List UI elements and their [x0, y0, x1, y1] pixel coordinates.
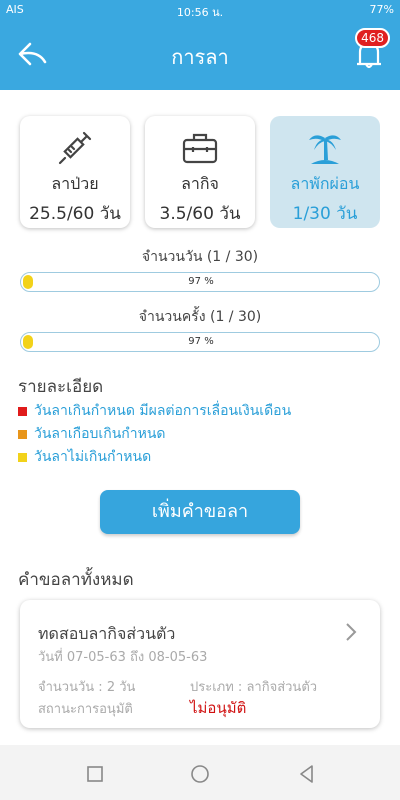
leave-type-label: ลาป่วย — [51, 174, 99, 193]
back-triangle-icon[interactable] — [296, 763, 318, 785]
leave-type-label: ลาพักผ่อน — [290, 174, 360, 193]
days-progress-title: จำนวนวัน (1 / 30) — [141, 249, 259, 265]
progress-text: 97 % — [188, 336, 214, 347]
system-nav-bar — [0, 745, 400, 800]
leave-type-label: ลากิจ — [181, 174, 219, 193]
orange-square-icon — [18, 429, 27, 439]
page-title: การลา — [171, 45, 229, 69]
recent-apps-icon[interactable] — [84, 763, 106, 785]
request-type: ประเภท : ลากิจส่วนตัว — [190, 680, 318, 695]
leave-card-personal[interactable]: ลากิจ 3.5/60 วัน — [145, 116, 255, 228]
request-title: ทดสอบลากิจส่วนตัว — [38, 624, 176, 643]
request-status-label: สถานะการอนุมัติ — [38, 702, 133, 717]
red-square-icon — [18, 406, 27, 416]
leave-content: ลาป่วย 25.5/60 วัน ลากิจ 3.5/60 วัน ลาพั… — [0, 90, 400, 745]
days-progress-bar: 97 % — [20, 272, 380, 292]
add-leave-request-button[interactable]: เพิ่มคำขอลา — [100, 490, 300, 534]
request-days: จำนวนวัน : 2 วัน — [38, 680, 136, 695]
request-dates: วันที่ 07-05-63 ถึง 08-05-63 — [38, 650, 208, 665]
clock: 10:56 น. — [176, 6, 224, 19]
syringe-icon — [58, 131, 92, 165]
leave-card-vacation[interactable]: ลาพักผ่อน 1/30 วัน — [270, 116, 380, 228]
app-bar: การลา 468 — [0, 20, 400, 90]
battery-label: 77% — [369, 3, 394, 16]
status-bar: AIS 10:56 น. 77% — [0, 0, 400, 20]
notification-badge[interactable]: 468 — [355, 28, 390, 48]
legend-item-over: วันลาเกินกำหนด มีผลต่อการเลื่อนเงินเดือน — [18, 400, 291, 422]
leave-type-value: 25.5/60 วัน — [29, 204, 121, 224]
leave-request-card[interactable]: ทดสอบลากิจส่วนตัว วันที่ 07-05-63 ถึง 08… — [20, 600, 380, 728]
requests-heading: คำขอลาทั้งหมด — [18, 570, 134, 590]
yellow-square-icon — [18, 452, 27, 462]
request-status-value: ไม่อนุมัติ — [190, 699, 247, 717]
legend-item-near: วันลาเกือบเกินกำหนด — [18, 423, 166, 445]
times-progress-bar: 97 % — [20, 332, 380, 352]
details-heading: รายละเอียด — [18, 377, 104, 397]
progress-text: 97 % — [188, 276, 214, 287]
home-icon[interactable] — [189, 763, 211, 785]
chevron-right-icon[interactable] — [344, 622, 358, 642]
times-progress-title: จำนวนครั้ง (1 / 30) — [138, 309, 262, 325]
leave-type-value: 1/30 วัน — [292, 204, 358, 224]
palm-tree-icon — [309, 135, 341, 164]
leave-type-value: 3.5/60 วัน — [159, 204, 241, 224]
leave-card-sick[interactable]: ลาป่วย 25.5/60 วัน — [20, 116, 130, 228]
legend-item-within: วันลาไม่เกินกำหนด — [18, 446, 151, 468]
briefcase-icon — [182, 133, 218, 164]
